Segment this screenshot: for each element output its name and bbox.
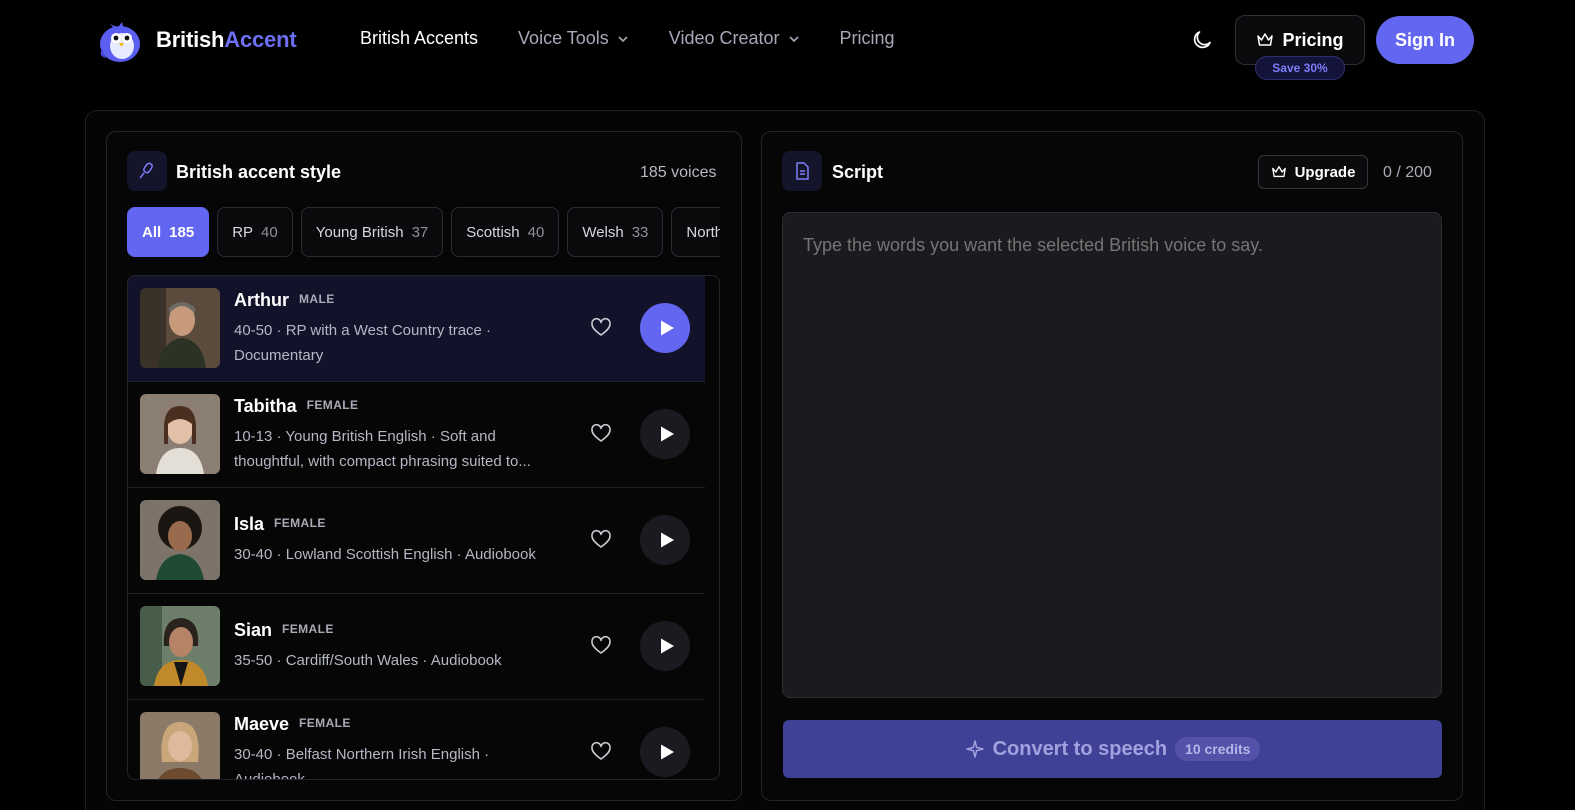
top-header: BritishAccent British Accents Voice Tool… bbox=[0, 0, 1575, 82]
upgrade-button[interactable]: Upgrade bbox=[1258, 155, 1368, 189]
nav-pricing[interactable]: Pricing bbox=[840, 28, 895, 49]
chip-young-british[interactable]: Young British 37 bbox=[300, 207, 444, 257]
voice-avatar-image bbox=[140, 394, 220, 474]
heart-icon[interactable] bbox=[590, 741, 612, 763]
chevron-down-icon bbox=[618, 35, 628, 42]
script-title: Script bbox=[832, 162, 884, 182]
sign-in-button[interactable]: Sign In bbox=[1376, 16, 1474, 64]
voice-row-maeve[interactable]: Maeve FEMALE 30-40 · Belfast Northern Iri… bbox=[128, 700, 705, 780]
play-icon bbox=[660, 744, 674, 760]
voice-name: Arthur bbox=[234, 290, 289, 310]
convert-to-speech-button[interactable]: Convert to speech 10 credits bbox=[783, 720, 1442, 778]
play-icon bbox=[660, 532, 674, 548]
moon-icon[interactable] bbox=[1190, 28, 1214, 52]
document-icon-badge bbox=[782, 151, 822, 191]
chip-welsh[interactable]: Welsh 33 bbox=[567, 207, 664, 257]
chip-rp[interactable]: RP 40 bbox=[217, 207, 293, 257]
avatar bbox=[140, 394, 220, 474]
chevron-down-icon bbox=[788, 35, 799, 42]
voice-row-tabitha[interactable]: Tabitha FEMALE 10-13 · Young British Engl… bbox=[128, 382, 705, 488]
voice-description: 40-50 · RP with a West Country trace · Do… bbox=[234, 322, 492, 364]
bird-logo-icon bbox=[100, 22, 140, 62]
voice-description: 35-50 · Cardiff/South Wales · Audiobook bbox=[234, 652, 502, 669]
brand-logo[interactable]: BritishAccent bbox=[96, 16, 297, 64]
voice-gender: FEMALE bbox=[299, 716, 351, 730]
script-textarea[interactable] bbox=[782, 212, 1442, 698]
nav-video-creator[interactable]: Video Creator bbox=[669, 28, 800, 49]
play-button[interactable] bbox=[640, 727, 690, 777]
sparkle-icon bbox=[965, 740, 984, 758]
heart-icon[interactable] bbox=[590, 635, 612, 657]
voice-avatar-image bbox=[140, 712, 220, 779]
voice-avatar-image bbox=[140, 500, 220, 580]
credits-badge: 10 credits bbox=[1175, 737, 1261, 761]
chip-all[interactable]: All 185 bbox=[127, 207, 210, 257]
main-nav: British Accents Voice Tools Video Creato… bbox=[360, 28, 935, 49]
mic-icon-badge bbox=[127, 151, 167, 191]
play-icon bbox=[660, 320, 674, 336]
voice-row-isla[interactable]: Isla FEMALE 30-40 · Lowland Scottish Engl… bbox=[128, 488, 705, 594]
avatar bbox=[140, 500, 220, 580]
voice-name: Maeve bbox=[234, 714, 290, 734]
voice-row-sian[interactable]: Sian FEMALE 35-50 · Cardiff/South Wales ·… bbox=[128, 594, 705, 700]
voice-avatar-image bbox=[140, 288, 220, 368]
voice-list: Arthur MALE 40-50 · RP with a West Countr… bbox=[127, 275, 720, 780]
heart-icon[interactable] bbox=[590, 317, 612, 339]
play-icon bbox=[660, 638, 674, 654]
play-button[interactable] bbox=[640, 303, 690, 353]
chip-scottish[interactable]: Scottish 40 bbox=[451, 207, 560, 257]
heart-icon[interactable] bbox=[590, 423, 612, 445]
crown-icon bbox=[1257, 33, 1274, 46]
voice-name: Tabitha bbox=[234, 396, 297, 416]
voice-name: Isla bbox=[234, 514, 265, 534]
voice-row-arthur[interactable]: Arthur MALE 40-50 · RP with a West Countr… bbox=[128, 276, 705, 382]
play-icon bbox=[660, 426, 674, 442]
play-button[interactable] bbox=[640, 409, 690, 459]
voice-gender: FEMALE bbox=[282, 622, 334, 636]
voice-gender: MALE bbox=[299, 292, 335, 306]
microphone-icon bbox=[139, 162, 153, 179]
heart-icon[interactable] bbox=[590, 529, 612, 551]
crown-icon bbox=[1271, 166, 1286, 178]
document-icon bbox=[796, 162, 809, 180]
voice-gender: FEMALE bbox=[274, 516, 326, 530]
save-badge: Save 30% bbox=[1255, 56, 1345, 80]
avatar bbox=[140, 712, 220, 779]
play-button[interactable] bbox=[640, 621, 690, 671]
voice-description: 10-13 · Young British English · Soft and… bbox=[234, 428, 531, 470]
character-count: 0 / 200 bbox=[1383, 164, 1432, 181]
avatar bbox=[140, 606, 220, 686]
voice-gender: FEMALE bbox=[306, 398, 359, 412]
brand-name: BritishAccent bbox=[156, 27, 297, 52]
panel-title: British accent style bbox=[176, 162, 342, 182]
nav-voice-tools[interactable]: Voice Tools bbox=[518, 28, 629, 49]
voice-avatar-image bbox=[140, 606, 220, 686]
play-button[interactable] bbox=[640, 515, 690, 565]
voice-description: 30-40 · Belfast Northern Irish English ·… bbox=[234, 746, 490, 780]
avatar bbox=[140, 288, 220, 368]
nav-british-accents[interactable]: British Accents bbox=[360, 28, 478, 49]
accent-filter-chips: All 185 RP 40 Young British 37 Scottish 40 W… bbox=[127, 207, 720, 257]
voice-count: 185 voices bbox=[640, 164, 717, 181]
voice-name: Sian bbox=[234, 620, 273, 640]
voice-description: 30-40 · Lowland Scottish English · Audio… bbox=[234, 546, 536, 563]
chip-northern[interactable]: Northern bbox=[671, 207, 720, 257]
